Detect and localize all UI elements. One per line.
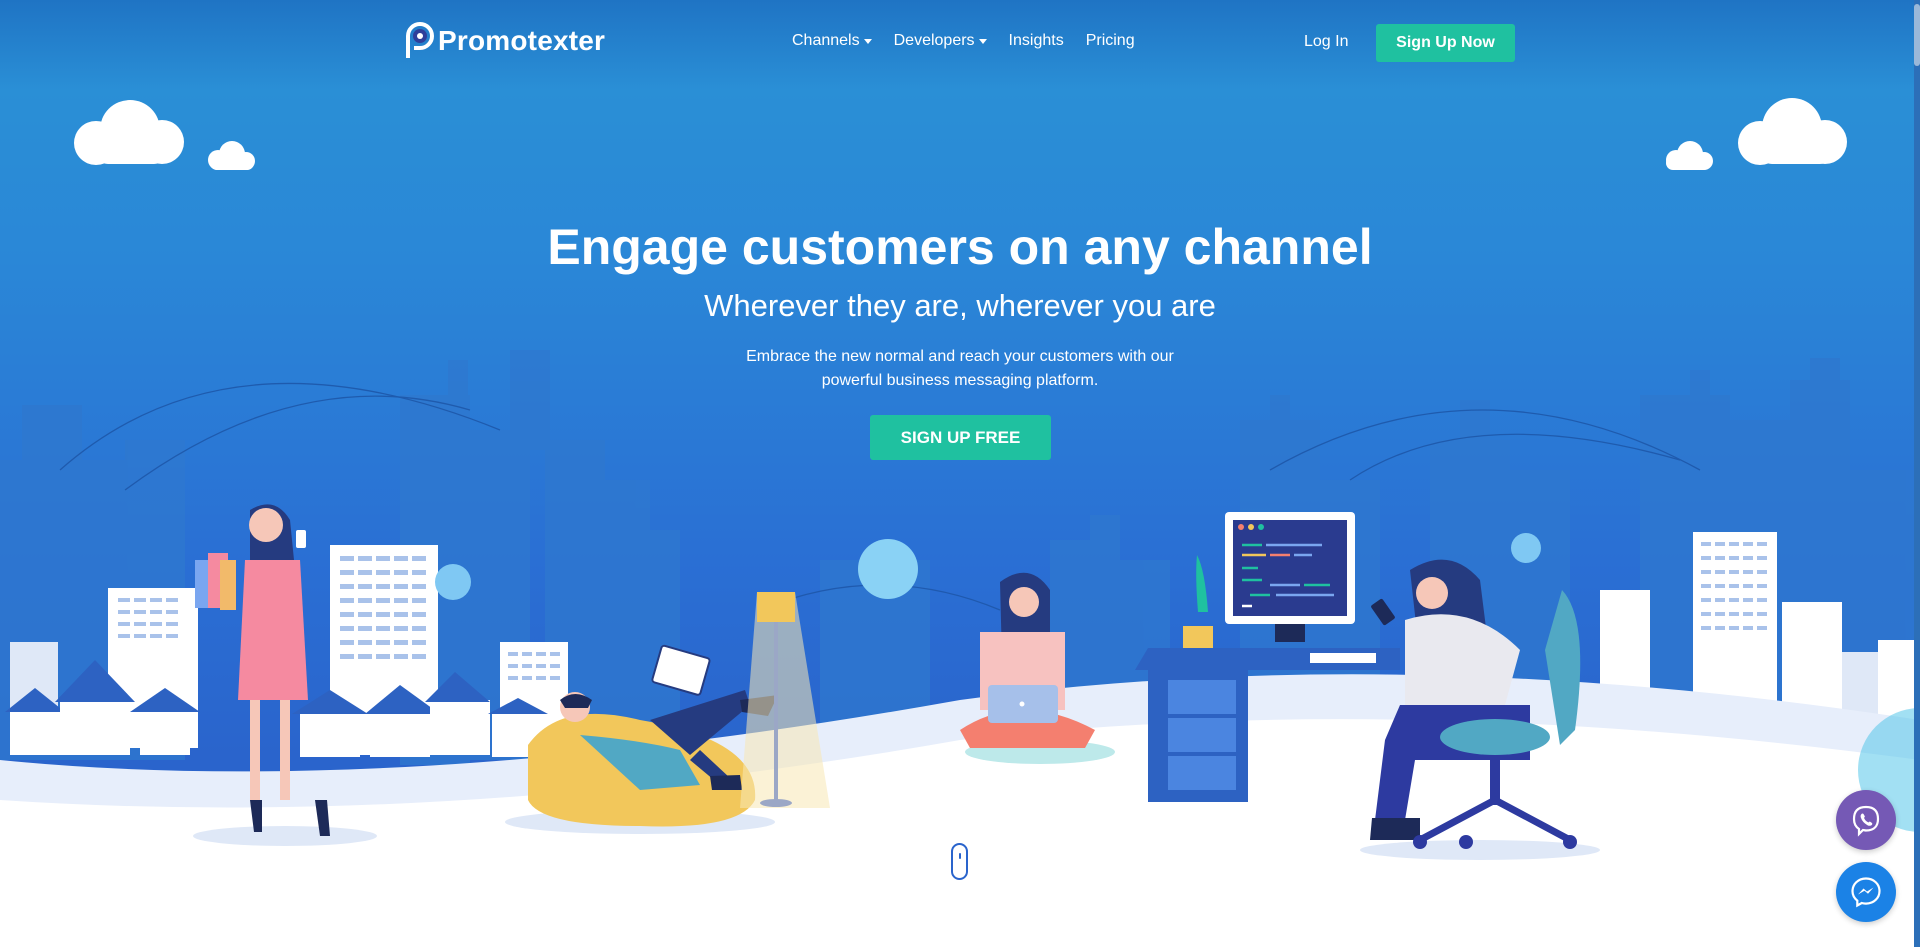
chevron-down-icon (863, 39, 872, 44)
nav-pricing[interactable]: Pricing (1086, 32, 1135, 50)
hero-subheadline: Wherever they are, wherever you are (704, 288, 1216, 323)
messenger-icon (1851, 877, 1881, 908)
bubble (435, 564, 471, 600)
nav-developers[interactable]: Developers (894, 32, 987, 50)
brand-logo[interactable]: Promotexter (404, 22, 605, 60)
promotexter-logo-icon (404, 22, 434, 60)
hero-description-line: Embrace the new normal and reach your cu… (746, 348, 1174, 365)
nav-channels-label: Channels (792, 32, 860, 49)
page-scrollbar[interactable] (1914, 0, 1920, 947)
nav-channels[interactable]: Channels (792, 32, 872, 50)
messenger-chat-button[interactable] (1836, 862, 1896, 922)
hero-description-line: powerful business messaging platform. (821, 372, 1099, 389)
nav-developers-label: Developers (893, 32, 975, 49)
bubble (1511, 533, 1541, 563)
scroll-dot (959, 853, 961, 859)
page-scrollbar-thumb[interactable] (1914, 4, 1920, 66)
nav-insights[interactable]: Insights (1009, 32, 1064, 50)
viber-chat-button[interactable] (1836, 790, 1896, 850)
login-link[interactable]: Log In (1304, 33, 1348, 51)
chevron-down-icon (978, 39, 987, 44)
top-navigation: Promotexter Channels Developers Insights… (0, 0, 1920, 88)
hero-headline: Engage customers on any channel (547, 219, 1373, 275)
nav-insights-label: Insights (1008, 32, 1064, 49)
brand-name: Promotexter (438, 25, 606, 56)
scroll-down-indicator[interactable] (951, 843, 968, 880)
sign-up-now-button[interactable]: Sign Up Now (1376, 24, 1515, 62)
floor-lamp (740, 592, 830, 808)
clouds (74, 98, 1847, 170)
nav-pricing-label: Pricing (1085, 32, 1135, 49)
bubble (858, 539, 918, 599)
viber-icon (1852, 805, 1880, 837)
hero-section: Promotexter Channels Developers Insights… (0, 0, 1920, 947)
hero-description: Embrace the new normal and reach your cu… (740, 345, 1180, 393)
hero-illustration (0, 98, 1920, 947)
sign-up-free-button[interactable]: SIGN UP FREE (870, 415, 1051, 460)
nav-links: Channels Developers Insights Pricing (792, 32, 1135, 50)
